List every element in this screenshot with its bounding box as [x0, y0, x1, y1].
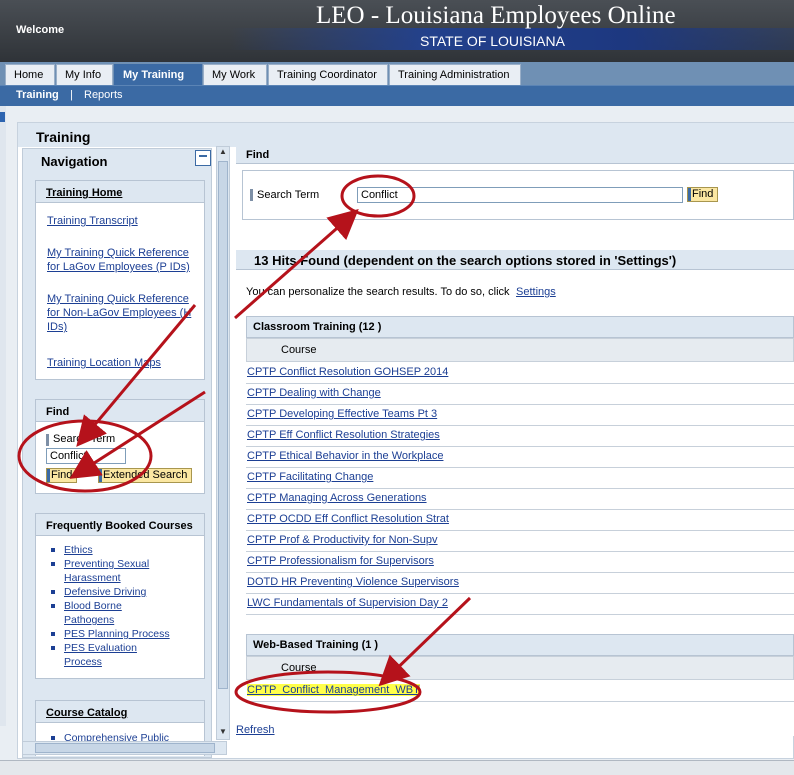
annotation-overlay — [17, 174, 472, 714]
annotation-ellipse-search — [340, 174, 416, 218]
annotation-arrow-to-term — [76, 304, 197, 447]
annotation-ellipse-nav-find — [17, 419, 153, 493]
annotation-ellipse-wbt — [234, 670, 422, 714]
annotation-arrow-to-search — [234, 209, 359, 320]
annotation-arrow-to-find — [69, 390, 206, 479]
annotation-arrow-to-wbt — [378, 596, 472, 687]
